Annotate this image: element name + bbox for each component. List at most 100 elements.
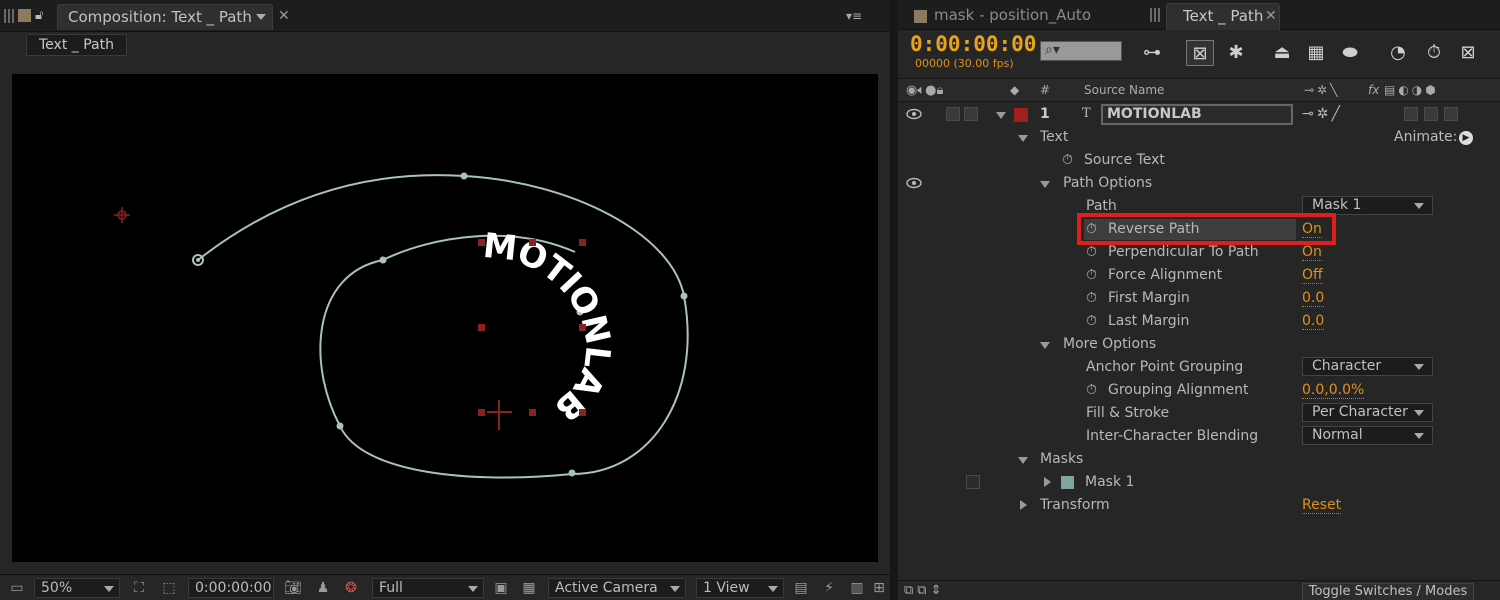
number-column-header[interactable]: # [1040,83,1050,97]
grouping-alignment-value[interactable]: 0.0,0.0% [1302,382,1365,399]
fill-stroke-select[interactable]: Per Character [1302,403,1433,422]
3d-switch[interactable] [1424,107,1438,121]
tab-composition[interactable]: Composition: Text _ Path [57,4,273,30]
region-of-interest-icon[interactable]: ⬚ [160,580,178,596]
composition-mini-flowchart-icon[interactable]: ⊶ [1138,40,1166,66]
eye-icon[interactable] [906,177,922,189]
timeline-icon[interactable]: ▥ [848,580,866,596]
lock-switch[interactable] [964,107,978,121]
render-icon[interactable]: ⊠ [1454,40,1482,66]
first-margin-value[interactable]: 0.0 [1302,290,1325,307]
view-layout-select[interactable]: 1 View [696,578,784,598]
mask1-row[interactable]: Mask 1 [898,471,1500,494]
force-alignment-value[interactable]: Off [1302,267,1323,284]
layer-row[interactable]: 1 T MOTIONLAB ⊸✲╱ [898,103,1500,126]
mask-visibility-switch[interactable] [966,475,980,489]
panel-grip-icon[interactable] [4,9,16,23]
chevron-down-icon[interactable] [1040,181,1050,188]
transform-row[interactable]: Transform Reset [898,494,1500,517]
channels-icon[interactable]: ❂ [342,580,360,596]
stopwatch-icon[interactable]: ⏱ [1086,383,1101,398]
composition-viewer[interactable]: MOTIONLAB [12,74,878,562]
always-preview-icon[interactable]: ▭ [8,580,26,596]
timeline-timecode[interactable]: 0:00:00:00 [910,32,1036,56]
search-input[interactable]: ⌕▾ [1040,41,1122,61]
flowchart-icon[interactable]: ⊞ [870,580,888,596]
close-icon[interactable]: ✕ [1265,6,1277,26]
toggle-switches-modes-button[interactable]: Toggle Switches / Modes [1302,583,1474,600]
draft-3d-icon[interactable]: ⊠ [1186,40,1214,66]
frame-rate: 00000 (30.00 fps) [915,57,1014,70]
layer-name-field[interactable]: MOTIONLAB [1101,104,1293,125]
tab-text-path[interactable]: Text _ Path [1166,3,1280,30]
label-column-icon[interactable]: ◆ [1010,83,1019,97]
motion-blur-icon[interactable]: ▦ [1302,40,1330,66]
footer-toggle-icons[interactable]: ⧉⧉⇕ [904,583,945,598]
camera-view-select[interactable]: Active Camera [548,578,686,598]
anchor-grouping-row[interactable]: Anchor Point Grouping Character [898,356,1500,379]
frame-blending-icon[interactable]: ⏏ [1268,40,1296,66]
toggle-pixel-icon[interactable]: ▤ [792,580,810,596]
motion-blur-switch[interactable] [1444,107,1458,121]
label-color-swatch[interactable] [1014,108,1028,122]
eye-icon[interactable] [906,108,922,120]
stopwatch-icon[interactable]: ⏱ [1062,153,1077,168]
stopwatch-icon[interactable]: ⏱ [1086,291,1101,306]
composition-subtab[interactable]: Text _ Path [26,34,127,56]
chevron-right-icon[interactable] [1044,477,1051,487]
lock-icon[interactable]: 🔓︎ [35,8,51,24]
source-text-row[interactable]: ⏱ Source Text [898,149,1500,172]
transparency-grid-icon[interactable]: ▦ [520,580,538,596]
layer-switches-icons[interactable]: ⊸✲╱ [1302,106,1343,122]
stopwatch-icon[interactable]: ⏱ [1086,268,1101,283]
current-time-field[interactable]: 0:00:00:00 [188,578,274,598]
adjustment-switch[interactable] [1404,107,1418,121]
camera-icon[interactable]: 📷︎ [284,580,302,596]
panel-grip-icon[interactable] [1150,8,1162,22]
show-snapshot-icon[interactable]: ♟ [314,580,332,596]
chevron-down-icon[interactable] [1040,342,1050,349]
force-alignment-row[interactable]: ⏱ Force Alignment Off [898,264,1500,287]
shy-layers-icon[interactable]: ✱ [1222,40,1250,66]
mask-color-swatch[interactable] [1061,476,1074,489]
chevron-down-icon[interactable] [256,14,266,20]
masks-row[interactable]: Masks [898,448,1500,471]
brainstorm-icon[interactable]: ⬬ [1336,40,1364,66]
perpendicular-value[interactable]: On [1302,244,1322,261]
animate-label[interactable]: Animate: [1394,129,1457,145]
fast-previews-icon[interactable]: ⚡ [820,580,838,596]
tab-mask-position[interactable]: mask - position_Auto Orient [902,3,1142,49]
panel-divider[interactable] [890,0,898,600]
transform-reset-link[interactable]: Reset [1302,497,1342,514]
first-margin-row[interactable]: ⏱ First Margin 0.0 [898,287,1500,310]
panel-menu-icon[interactable]: ▾≡ [846,10,866,22]
magnification-select[interactable]: 50% [34,578,120,598]
chevron-down-icon[interactable] [1018,457,1028,464]
grouping-alignment-row[interactable]: ⏱ Grouping Alignment 0.0,0.0% [898,379,1500,402]
fill-stroke-row[interactable]: Fill & Stroke Per Character [898,402,1500,425]
blending-select[interactable]: Normal [1302,426,1433,445]
graph-editor-icon[interactable]: ◔ [1384,40,1412,66]
close-icon[interactable]: ✕ [278,6,290,26]
chevron-right-icon[interactable] [1020,500,1027,510]
resolution-select[interactable]: Full [372,578,484,598]
blending-row[interactable]: Inter-Character Blending Normal [898,425,1500,448]
stopwatch-icon[interactable]: ⏱ [1086,245,1101,260]
animate-play-icon[interactable]: ▶ [1459,131,1473,145]
stopwatch-icon[interactable]: ⏱ [1086,314,1101,329]
chevron-down-icon [468,586,478,592]
chevron-down-icon[interactable] [996,112,1006,119]
text-group-label: Text [1040,129,1069,145]
anchor-grouping-select[interactable]: Character [1302,357,1433,376]
text-group-row[interactable]: Text Animate: ▶ [898,126,1500,149]
solo-switch[interactable] [946,107,960,121]
last-margin-value[interactable]: 0.0 [1302,313,1325,330]
more-options-row[interactable]: More Options [898,333,1500,356]
stopwatch-icon[interactable]: ⏱ [1420,40,1448,66]
path-options-row[interactable]: Path Options [898,172,1500,195]
fast-preview-icon[interactable]: ▣ [492,580,510,596]
last-margin-row[interactable]: ⏱ Last Margin 0.0 [898,310,1500,333]
source-name-header[interactable]: Source Name [1084,83,1164,97]
chevron-down-icon[interactable] [1018,135,1028,142]
fit-icon[interactable]: ⛶ [130,580,148,596]
